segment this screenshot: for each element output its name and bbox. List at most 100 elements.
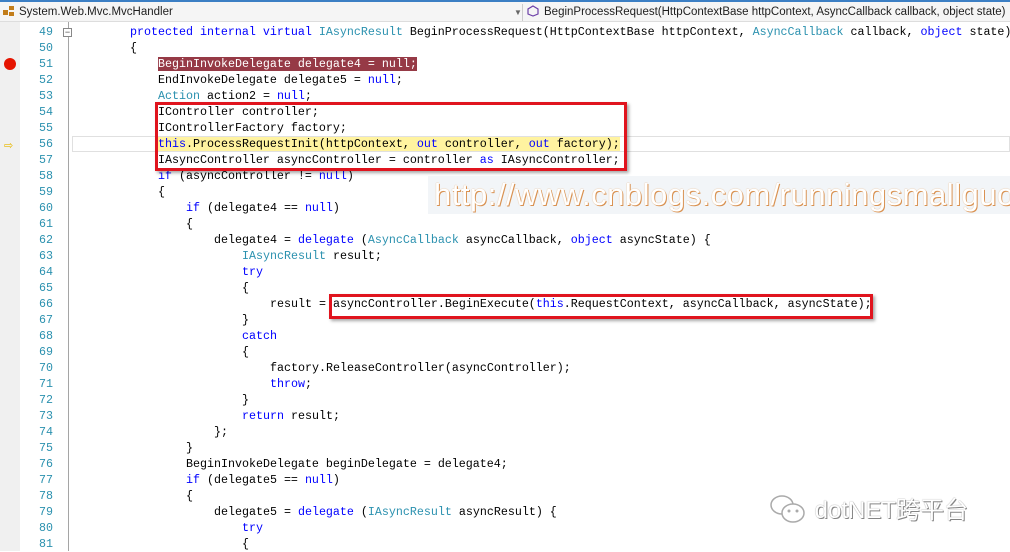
code-token: asyncResult) { <box>451 505 557 519</box>
line-number: 67 <box>39 313 53 327</box>
code-text: delegate5 = delegate (IAsyncResult async… <box>214 504 557 520</box>
line-number: 54 <box>39 105 53 119</box>
code-text: BeginInvokeDelegate delegate4 = null; <box>158 56 417 72</box>
line-number: 72 <box>39 393 53 407</box>
code-token: object <box>920 25 963 39</box>
code-token: AsyncCallback <box>752 25 844 39</box>
line-number: 71 <box>39 377 53 391</box>
code-text: BeginInvokeDelegate beginDelegate = dele… <box>186 456 508 472</box>
code-line[interactable]: 62 delegate4 = delegate (AsyncCallback as… <box>0 232 1010 248</box>
code-token: ; <box>304 89 312 103</box>
code-token: ) <box>346 169 354 183</box>
code-token: } <box>186 441 193 455</box>
code-line[interactable]: 51 BeginInvokeDelegate delegate4 = null; <box>0 56 1010 72</box>
brand-name: dotNET跨平台 <box>814 497 969 524</box>
code-text: } <box>242 392 249 408</box>
code-token: null <box>304 473 333 487</box>
code-text: try <box>242 520 263 536</box>
code-token: IAsyncResult <box>318 25 403 39</box>
code-line[interactable]: 63 IAsyncResult result; <box>0 248 1010 264</box>
code-token: { <box>186 217 193 231</box>
code-token: factory.ReleaseController(asyncControlle… <box>270 361 571 375</box>
code-line[interactable]: 81 { <box>0 536 1010 552</box>
code-text: { <box>242 280 249 296</box>
code-text: catch <box>242 328 277 344</box>
code-token: ( <box>353 505 368 519</box>
line-number: 50 <box>39 41 53 55</box>
chevron-down-icon: ▼ <box>514 8 522 17</box>
line-number: 66 <box>39 297 53 311</box>
line-number: 77 <box>39 473 53 487</box>
code-text: try <box>242 264 263 280</box>
wechat-icon <box>770 495 805 523</box>
code-token: IAsyncResult <box>242 249 326 263</box>
code-line[interactable]: 61 { <box>0 216 1010 232</box>
code-token: BeginInvokeDelegate beginDelegate = dele… <box>186 457 508 471</box>
code-line[interactable]: 70 factory.ReleaseController(asyncControl… <box>0 360 1010 376</box>
code-text: { <box>158 184 165 200</box>
code-line[interactable]: 52 EndInvokeDelegate delegate5 = null; <box>0 72 1010 88</box>
navigation-bar: System.Web.Mvc.MvcHandler ▼ BeginProcess… <box>0 0 1010 22</box>
code-token: ; <box>304 377 312 391</box>
code-token: action2 = <box>199 89 277 103</box>
code-token: asyncState) { <box>612 233 711 247</box>
code-line[interactable]: 69 { <box>0 344 1010 360</box>
code-token: asyncCallback, <box>458 233 571 247</box>
code-token: delegate4 = <box>214 233 298 247</box>
code-token: null <box>276 89 305 103</box>
breakpoint-icon[interactable] <box>4 58 16 70</box>
code-token: { <box>158 185 165 199</box>
code-token: callback, <box>843 25 921 39</box>
line-number: 79 <box>39 505 53 519</box>
code-token: EndInvokeDelegate delegate5 = <box>158 73 368 87</box>
code-text: EndInvokeDelegate delegate5 = null; <box>158 72 403 88</box>
code-token: ) <box>332 473 340 487</box>
code-token: { <box>242 345 249 359</box>
code-line[interactable]: 50 { <box>0 40 1010 56</box>
code-line[interactable]: 72} <box>0 392 1010 408</box>
code-line[interactable]: 76 BeginInvokeDelegate beginDelegate = de… <box>0 456 1010 472</box>
code-text: return result; <box>242 408 340 424</box>
code-text: IAsyncResult result; <box>242 248 382 264</box>
code-text: } <box>242 312 249 328</box>
code-line[interactable]: 77 if (delegate5 == null) <box>0 472 1010 488</box>
code-token: (delegate5 == <box>200 473 305 487</box>
line-number: 65 <box>39 281 53 295</box>
code-line[interactable]: 75} <box>0 440 1010 456</box>
code-token: result; <box>325 249 382 263</box>
code-line[interactable]: 73 return result; <box>0 408 1010 424</box>
code-text: if (delegate4 == null) <box>186 200 340 216</box>
code-line[interactable]: 71 throw; <box>0 376 1010 392</box>
code-line[interactable]: 49 protected internal virtual IAsyncResul… <box>0 24 1010 40</box>
annotation-box-process-request-init <box>155 102 627 171</box>
line-number: 52 <box>39 73 53 87</box>
code-text: }; <box>214 424 228 440</box>
annotation-box-begin-execute <box>329 294 873 319</box>
line-number: 57 <box>39 153 53 167</box>
code-line[interactable]: 74}; <box>0 424 1010 440</box>
code-line[interactable]: 68 catch <box>0 328 1010 344</box>
line-number: 73 <box>39 409 53 423</box>
class-dropdown[interactable]: System.Web.Mvc.MvcHandler ▼ <box>2 4 522 21</box>
line-number: 60 <box>39 201 53 215</box>
code-text: throw; <box>270 376 312 392</box>
code-line[interactable]: 64 try <box>0 264 1010 280</box>
line-number: 69 <box>39 345 53 359</box>
line-number: 68 <box>39 329 53 343</box>
collapse-icon[interactable]: − <box>63 28 72 37</box>
code-token: ( <box>353 233 368 247</box>
code-token: { <box>242 537 249 551</box>
code-token: return <box>242 409 284 423</box>
code-token: delegate <box>297 233 354 247</box>
code-token: { <box>242 281 249 295</box>
code-token: null <box>304 201 333 215</box>
code-token: (delegate4 == <box>200 201 305 215</box>
class-dropdown-value: System.Web.Mvc.MvcHandler <box>19 6 173 18</box>
member-dropdown[interactable]: BeginProcessRequest(HttpContextBase http… <box>522 4 1010 21</box>
code-token: null <box>318 169 347 183</box>
code-token: ) <box>332 201 340 215</box>
code-token: null <box>367 73 396 87</box>
line-number: 49 <box>39 25 53 39</box>
line-number: 76 <box>39 457 53 471</box>
line-number: 63 <box>39 249 53 263</box>
